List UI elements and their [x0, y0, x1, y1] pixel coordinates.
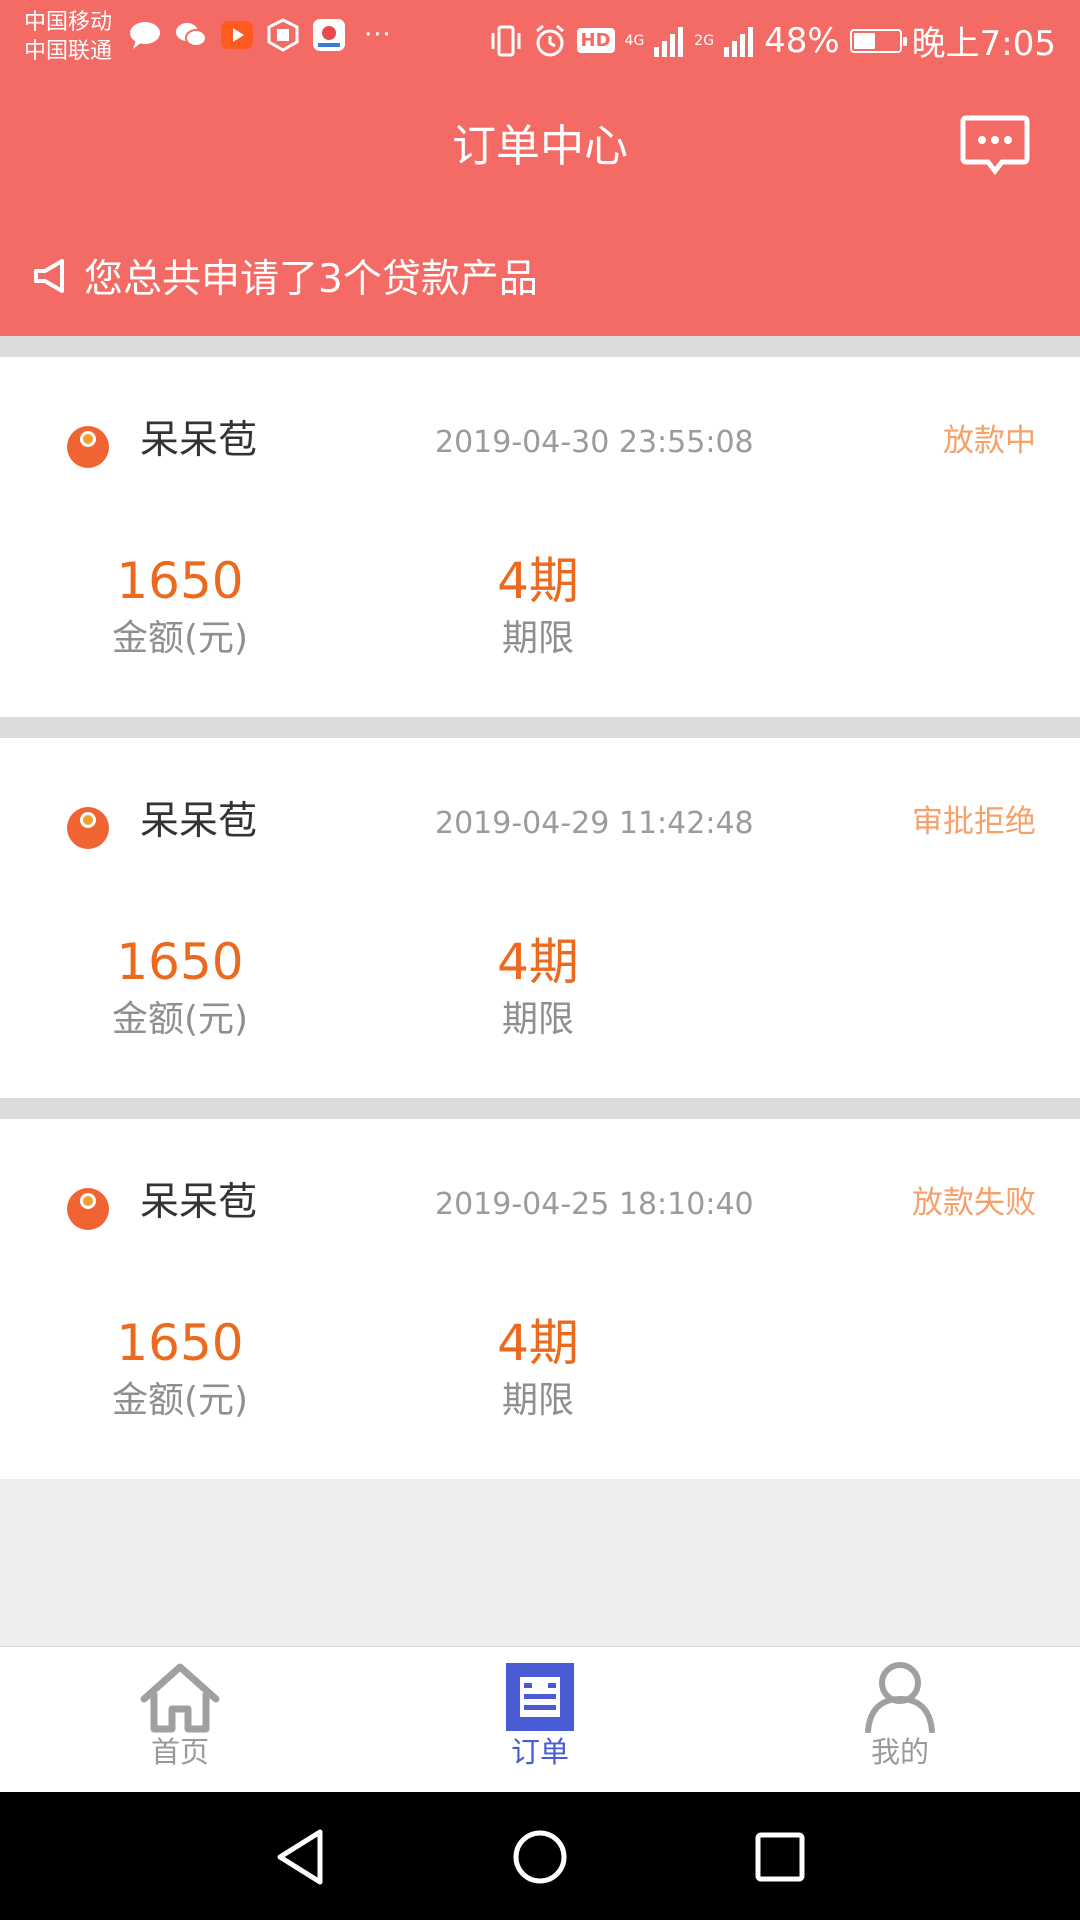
period-value: 4期 [497, 933, 579, 991]
home-circle-icon[interactable] [505, 1822, 575, 1892]
divider [0, 717, 1080, 738]
vibrate-icon [491, 25, 521, 56]
wechat-icon [176, 23, 207, 47]
tab-home-label: 首页 [150, 1735, 209, 1769]
order-card[interactable]: 呆呆苞 2019-04-30 23:55:08 放款中 1650 金额(元) 4… [0, 357, 1080, 717]
header-area: 中国移动 中国联通 ··· HD 4G 2G 48% 晚上7:05 订单中心 您… [0, 0, 1080, 336]
battery-level [853, 32, 875, 49]
period-block: 4期 期限 [428, 551, 648, 661]
page-title: 订单中心 [452, 121, 628, 172]
home-icon [140, 1663, 220, 1733]
carrier-1: 中国移动 [24, 10, 113, 35]
amount-block: 1650 金额(元) [70, 932, 290, 1042]
product-name: 呆呆苞 [140, 1180, 258, 1225]
message-icon[interactable] [960, 114, 1030, 178]
divider [0, 1098, 1080, 1119]
product-logo-icon [67, 426, 109, 468]
map-app-icon [313, 19, 345, 51]
back-icon[interactable] [266, 1822, 336, 1892]
order-time: 2019-04-25 18:10:40 [435, 1187, 754, 1222]
system-status: HD 4G 2G 48% 晚上7:05 [489, 16, 1056, 65]
order-card[interactable]: 呆呆苞 2019-04-29 11:42:48 审批拒绝 1650 金额(元) … [0, 738, 1080, 1098]
signal-icon [654, 26, 684, 57]
product-name: 呆呆苞 [140, 418, 258, 463]
period-label: 期限 [501, 1380, 574, 1421]
clock: 晚上7:05 [911, 24, 1056, 64]
profile-icon [865, 1662, 935, 1733]
network-label-2: 2G [694, 32, 715, 49]
battery-percentage: 48% [764, 20, 840, 61]
period-label: 期限 [501, 618, 574, 659]
shield-app-icon [267, 18, 299, 52]
order-status: 放款中 [943, 423, 1036, 459]
product-logo-icon [67, 1188, 109, 1230]
period-value: 4期 [497, 1314, 579, 1372]
network-label-1: 4G [624, 32, 645, 49]
notice-text: 您总共申请了3个贷款产品 [84, 257, 538, 302]
alarm-icon [535, 24, 564, 56]
hd-badge: HD [576, 28, 615, 53]
loan-notice: 您总共申请了3个贷款产品 [32, 248, 538, 304]
tab-mine-label: 我的 [870, 1735, 929, 1769]
amount-value: 1650 [116, 1314, 244, 1372]
recent-apps-icon[interactable] [745, 1822, 815, 1892]
order-card[interactable]: 呆呆苞 2019-04-25 18:10:40 放款失败 1650 金额(元) … [0, 1119, 1080, 1479]
battery-icon [849, 28, 907, 53]
order-status: 放款失败 [912, 1185, 1036, 1221]
period-block: 4期 期限 [428, 1313, 648, 1423]
tab-orders-label: 订单 [510, 1735, 569, 1769]
amount-label: 金额(元) [111, 1380, 249, 1421]
product-logo-icon [67, 807, 109, 849]
order-list-icon [506, 1663, 574, 1731]
period-label: 期限 [501, 999, 574, 1040]
carrier-2: 中国联通 [24, 39, 113, 64]
product-name: 呆呆苞 [140, 799, 258, 844]
chat-bubble-icon [130, 22, 160, 49]
amount-block: 1650 金额(元) [70, 551, 290, 661]
divider [0, 336, 1080, 357]
bottom-tab-bar: 首页 订单 我的 [0, 1646, 1080, 1793]
more-notifications-icon: ··· [364, 20, 392, 50]
status-bar: 中国移动 中国联通 ··· HD 4G 2G 48% 晚上7:05 [0, 0, 1080, 80]
order-list: 呆呆苞 2019-04-30 23:55:08 放款中 1650 金额(元) 4… [0, 336, 1080, 1480]
amount-block: 1650 金额(元) [70, 1313, 290, 1423]
order-time: 2019-04-30 23:55:08 [435, 425, 754, 460]
signal-icon-2 [724, 26, 754, 57]
amount-label: 金额(元) [111, 618, 249, 659]
android-navigation-bar [0, 1792, 1080, 1920]
amount-label: 金额(元) [111, 999, 249, 1040]
tab-home[interactable]: 首页 [100, 1661, 260, 1769]
order-status: 审批拒绝 [912, 804, 1036, 840]
notification-icons: ··· [128, 18, 392, 52]
carrier-info: 中国移动 中国联通 [24, 8, 112, 66]
period-value: 4期 [497, 552, 579, 610]
order-time: 2019-04-29 11:42:48 [435, 806, 754, 841]
period-block: 4期 期限 [428, 932, 648, 1042]
video-app-icon [221, 21, 253, 49]
amount-value: 1650 [116, 552, 244, 610]
tab-mine[interactable]: 我的 [820, 1661, 980, 1769]
tab-orders[interactable]: 订单 [460, 1661, 620, 1769]
amount-value: 1650 [116, 933, 244, 991]
megaphone-icon [34, 259, 64, 293]
